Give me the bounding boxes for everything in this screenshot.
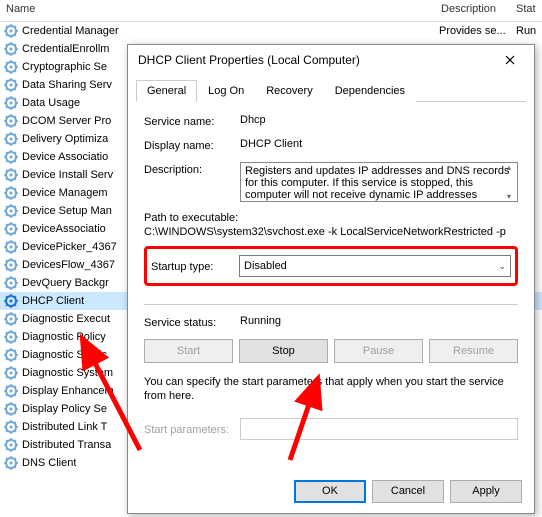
service-label: Diagnostic Servic [22, 349, 107, 361]
dialog-title: DHCP Client Properties (Local Computer) [138, 53, 490, 67]
service-label: Diagnostic System [22, 367, 113, 379]
service-label: DevQuery Backgr [22, 277, 109, 289]
tab-recovery[interactable]: Recovery [255, 80, 323, 102]
col-description[interactable]: Description [435, 0, 510, 21]
service-label: Data Usage [22, 97, 80, 109]
service-label: DevicePicker_4367 [22, 241, 117, 253]
gear-icon [4, 78, 18, 92]
label-display-name: Display name: [144, 138, 240, 152]
value-display-name: DHCP Client [240, 138, 518, 150]
service-label: Display Policy Se [22, 403, 107, 415]
gear-icon [4, 132, 18, 146]
label-description: Description: [144, 162, 240, 176]
tab-log-on[interactable]: Log On [197, 80, 255, 102]
scroll-down-icon[interactable]: ▾ [501, 192, 517, 201]
service-label: Device Setup Man [22, 205, 112, 217]
service-label: DevicesFlow_4367 [22, 259, 115, 271]
service-label: Cryptographic Se [22, 61, 107, 73]
service-label: DCOM Server Pro [22, 115, 111, 127]
service-status: Run [516, 25, 536, 37]
gear-icon [4, 168, 18, 182]
service-label: Distributed Transa [22, 439, 111, 451]
gear-icon [4, 258, 18, 272]
service-label: Delivery Optimiza [22, 133, 108, 145]
service-label: Device Managem [22, 187, 108, 199]
gear-icon [4, 456, 18, 470]
close-button[interactable] [490, 47, 530, 73]
close-icon [505, 55, 515, 65]
gear-icon [4, 150, 18, 164]
startup-type-value: Disabled [244, 260, 287, 272]
label-start-params: Start parameters: [144, 422, 240, 436]
start-button: Start [144, 339, 233, 363]
tab-general[interactable]: General [136, 80, 197, 102]
chevron-down-icon: ⌄ [498, 261, 506, 272]
service-label: DHCP Client [22, 295, 84, 307]
label-service-status: Service status: [144, 315, 240, 329]
gear-icon [4, 384, 18, 398]
gear-icon [4, 60, 18, 74]
pause-button: Pause [334, 339, 423, 363]
apply-button[interactable]: Apply [450, 480, 522, 503]
service-label: DeviceAssociatio [22, 223, 106, 235]
service-label: DNS Client [22, 457, 76, 469]
gear-icon [4, 348, 18, 362]
description-text: Registers and updates IP addresses and D… [245, 165, 510, 201]
description-box[interactable]: Registers and updates IP addresses and D… [240, 162, 518, 202]
divider [144, 304, 518, 305]
value-service-name: Dhcp [240, 114, 518, 126]
gear-icon [4, 312, 18, 326]
label-startup-type: Startup type: [151, 259, 239, 273]
service-desc: Provides se... [439, 25, 509, 37]
gear-icon [4, 42, 18, 56]
gear-icon [4, 222, 18, 236]
service-label: Display Enhancem [22, 385, 114, 397]
gear-icon [4, 186, 18, 200]
stop-button[interactable]: Stop [239, 339, 328, 363]
service-label: Distributed Link T [22, 421, 107, 433]
tab-strip: GeneralLog OnRecoveryDependencies [136, 79, 526, 102]
value-exec-path: C:\WINDOWS\system32\svchost.exe -k Local… [144, 226, 518, 238]
label-path: Path to executable: [144, 212, 518, 224]
startup-type-select[interactable]: Disabled ⌄ [239, 255, 511, 277]
service-label: Device Associatio [22, 151, 108, 163]
tab-dependencies[interactable]: Dependencies [324, 80, 416, 102]
col-status[interactable]: Stat [510, 0, 542, 21]
gear-icon [4, 438, 18, 452]
scroll-up-icon[interactable]: ▴ [501, 163, 517, 172]
list-item[interactable]: Credential Manager Provides se... Run [0, 22, 542, 40]
gear-icon [4, 96, 18, 110]
service-label: Data Sharing Serv [22, 79, 112, 91]
gear-icon [4, 366, 18, 380]
service-label: Diagnostic Policy [22, 331, 106, 343]
col-name[interactable]: Name [0, 0, 435, 21]
resume-button: Resume [429, 339, 518, 363]
list-header: Name Description Stat [0, 0, 542, 22]
titlebar: DHCP Client Properties (Local Computer) [128, 45, 534, 75]
gear-icon [4, 276, 18, 290]
service-label: Diagnostic Execut [22, 313, 110, 325]
gear-icon [4, 204, 18, 218]
ok-button[interactable]: OK [294, 480, 366, 503]
service-label: Device Install Serv [22, 169, 113, 181]
start-params-input [240, 418, 518, 440]
gear-icon [4, 114, 18, 128]
gear-icon [4, 240, 18, 254]
cancel-button[interactable]: Cancel [372, 480, 444, 503]
gear-icon [4, 330, 18, 344]
gear-icon [4, 24, 18, 38]
value-service-status: Running [240, 315, 281, 329]
properties-dialog: DHCP Client Properties (Local Computer) … [127, 44, 535, 514]
gear-icon [4, 294, 18, 308]
description-scrollbar[interactable]: ▴ ▾ [501, 163, 517, 201]
service-label: CredentialEnrollm [22, 43, 109, 55]
tab-panel-general: Service name: Dhcp Display name: DHCP Cl… [128, 102, 534, 448]
dialog-button-row: OK Cancel Apply [294, 480, 522, 503]
gear-icon [4, 402, 18, 416]
hint-text: You can specify the start parameters tha… [144, 375, 518, 404]
gear-icon [4, 420, 18, 434]
service-label: Credential Manager [22, 25, 119, 37]
startup-type-row: Startup type: Disabled ⌄ [144, 246, 518, 286]
label-service-name: Service name: [144, 114, 240, 128]
